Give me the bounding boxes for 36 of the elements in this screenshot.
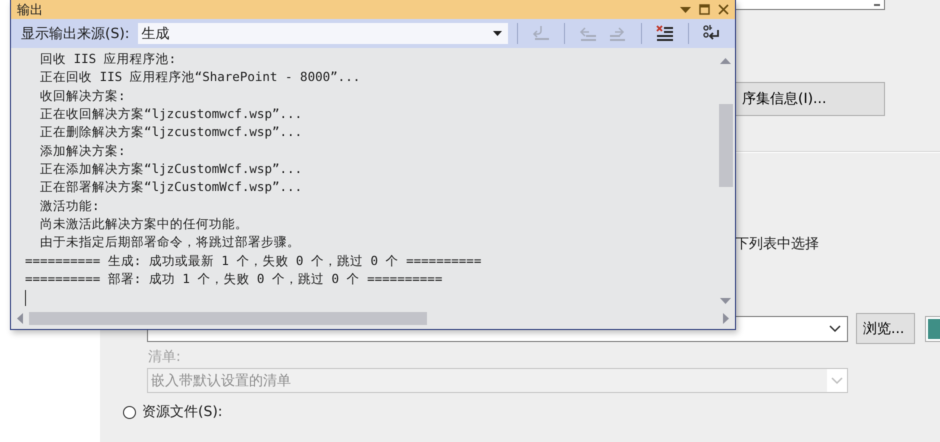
output-line: 添加解决方案: [39,142,126,160]
output-line: 正在部署解决方案“ljzCustomWcf.wsp”... [39,178,302,196]
assembly-info-button[interactable]: 序集信息(I)... [735,82,885,116]
resource-file-radio[interactable]: 资源文件(S): [123,403,940,421]
output-line: 由于未指定后期部署命令，将跳过部署步骤。 [39,233,300,252]
maximize-icon[interactable] [699,4,710,15]
dropdown-icon [492,31,502,36]
scrollbar-thumb[interactable] [29,312,427,325]
output-line: 收回解决方案: [39,86,126,105]
browse-button[interactable]: 浏览... [856,313,915,344]
scroll-left-icon[interactable] [17,313,23,324]
list-hint: 下列表中选择 [735,235,820,253]
scroll-right-icon[interactable] [723,313,729,324]
scroll-down-icon[interactable] [720,298,731,304]
scrollbar-thumb[interactable] [718,104,732,187]
output-line: 尚未激活此解决方案中的任何功能。 [39,215,248,234]
window-title: 输出 [17,2,44,18]
dropdown-icon[interactable] [680,6,691,12]
clear-all-icon[interactable] [654,24,675,44]
text-cursor [25,290,26,306]
close-icon[interactable] [718,4,729,15]
scroll-up-icon[interactable] [720,58,731,64]
manifest-label: 清单: [148,348,182,366]
output-line: 正在收回解决方案“ljzcustomwcf.wsp”... [39,105,302,124]
output-line: 正在回收 IIS 应用程序池“SharePoint - 8000”... [39,68,360,86]
output-line: 激活功能: [39,196,100,215]
output-line: 回收 IIS 应用程序池: [39,50,176,68]
chevron-icon [831,376,843,384]
source-label: 显示输出来源(S): [21,24,130,42]
source-dropdown[interactable]: 生成 [136,22,509,45]
output-line: ========== 生成: 成功或最新 1 个，失败 0 个，跳过 0 个 ========== [25,252,482,270]
output-line: ========== 部署: 成功 1 个，失败 0 个，跳过 0 个 ========== [25,270,442,288]
output-line: 正在添加解决方案“ljzCustomWcf.wsp”... [39,160,302,178]
icon-preview [925,316,940,342]
output-line: 正在删除解决方案“ljzcustomwcf.wsp”... [39,123,302,142]
chevron-icon [829,324,841,332]
